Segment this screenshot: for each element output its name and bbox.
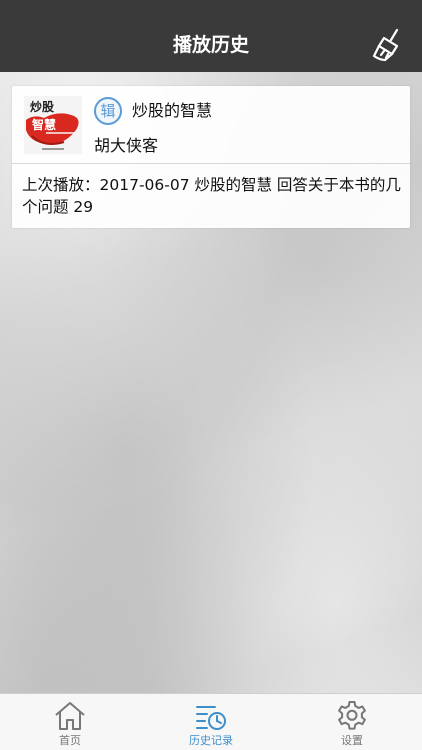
history-card[interactable]: 炒股 智慧 辑 炒股的智慧 胡大侠客 上次播放：2017-06-07 炒股的智慧…: [12, 86, 410, 228]
history-icon: [196, 706, 226, 730]
tab-bar: 首页 历史记录 设置: [0, 693, 422, 750]
cover-title-line2: 智慧: [31, 117, 56, 132]
album-tag-icon: 辑: [94, 97, 122, 125]
app-screen: 播放历史 炒股 智慧 辑 炒股的智慧 胡大侠客 上次播放：2017-06-07 …: [0, 0, 422, 750]
author-name: 胡大侠客: [94, 136, 159, 155]
settings-gear-icon: [338, 701, 366, 730]
cover-title-line1: 炒股: [30, 99, 55, 114]
tab-home-label: 首页: [59, 734, 81, 747]
page-title: 播放历史: [172, 34, 249, 56]
tab-history-label: 历史记录: [189, 734, 233, 747]
card-divider: [12, 163, 410, 164]
album-cover[interactable]: 炒股 智慧: [24, 96, 82, 154]
tab-history[interactable]: 历史记录: [141, 694, 281, 750]
clear-history-button[interactable]: [370, 26, 408, 64]
nav-bar: 播放历史: [0, 0, 422, 72]
album-title[interactable]: 炒股的智慧: [132, 99, 212, 123]
tab-settings[interactable]: 设置: [282, 694, 422, 750]
tab-settings-label: 设置: [341, 734, 363, 747]
last-played-episode[interactable]: 上次播放：2017-06-07 炒股的智慧 回答关于本书的几个问题 29: [22, 174, 404, 218]
tab-home[interactable]: 首页: [0, 694, 140, 750]
home-icon: [55, 702, 85, 730]
broom-clear-icon: [372, 28, 399, 62]
album-cover-image: 炒股 智慧: [24, 96, 82, 154]
